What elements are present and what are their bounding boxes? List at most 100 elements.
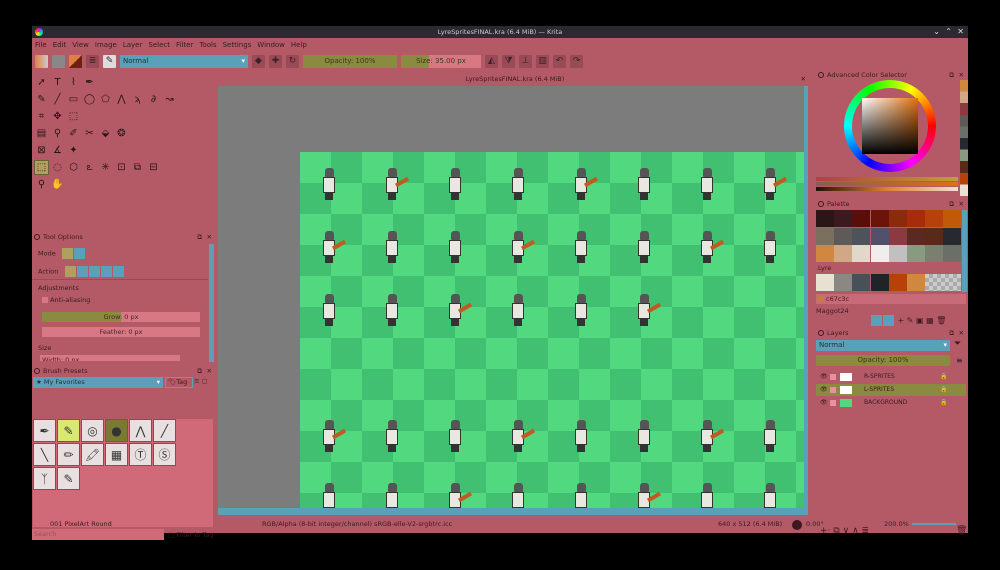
menu-filter[interactable]: Filter (173, 39, 196, 52)
opacity-slider[interactable]: Opacity: 100% (303, 55, 397, 68)
close-icon[interactable]: ✕ (959, 199, 964, 209)
width-slider[interactable]: Width: 0 px (40, 355, 180, 361)
bezier-tool-icon[interactable]: ϡ (131, 93, 144, 106)
layer-menu-icon[interactable]: ≡ (956, 356, 963, 365)
brush-preset[interactable]: 🖍 (81, 443, 104, 466)
palette-swatch[interactable] (834, 245, 853, 262)
close-icon[interactable]: ✕ (207, 366, 212, 376)
size-slider[interactable]: Size: 35.00 px (401, 55, 481, 68)
redo-icon[interactable]: ↷ (570, 55, 583, 68)
brush-preset[interactable]: ✒ (33, 419, 56, 442)
freehand-path-icon[interactable]: ∂ (147, 93, 160, 106)
colorize-mask-icon[interactable]: ✐ (67, 127, 80, 140)
menu-view[interactable]: View (69, 39, 92, 52)
ellipse-select-icon[interactable]: ◌ (51, 161, 64, 174)
saturation-bar[interactable] (816, 182, 958, 186)
brush-preset[interactable]: ▦ (105, 443, 128, 466)
freehand-select-icon[interactable]: ఽ (83, 161, 96, 174)
palette-swatch[interactable] (943, 227, 962, 245)
recent-colors-strip[interactable] (960, 80, 968, 196)
close-icon[interactable]: ✕ (959, 70, 964, 80)
brush-preset[interactable]: ✎ (57, 419, 80, 442)
rect-select-icon[interactable]: ⬚ (34, 160, 49, 175)
menu-help[interactable]: Help (288, 39, 310, 52)
ellipse-tool-icon[interactable]: ◯ (83, 93, 96, 106)
palette-swatch[interactable] (943, 210, 962, 227)
pattern-icon[interactable] (52, 55, 65, 68)
visibility-eye-icon[interactable]: 👁 (820, 371, 828, 383)
palette-swatch[interactable] (907, 245, 925, 262)
gradient-icon[interactable] (35, 55, 48, 68)
crop-tool-icon[interactable]: ⌗ (35, 110, 48, 123)
palette-swatch[interactable] (888, 274, 907, 291)
palette-swatch[interactable] (888, 227, 907, 245)
palette-scrollbar[interactable] (962, 210, 967, 292)
zoom-tool-icon[interactable]: ⚲ (35, 178, 48, 191)
palette-name[interactable]: Maggot24 (816, 307, 849, 315)
enclose-fill-icon[interactable]: ❂ (115, 127, 128, 140)
action-add-button[interactable] (88, 266, 100, 277)
mirror-horizontal-icon[interactable]: ◭ (485, 55, 498, 68)
horizontal-scrollbar[interactable] (218, 508, 808, 515)
view-menu-icon[interactable]: ≡ ▢ (194, 377, 208, 385)
layer-checkbox[interactable] (830, 400, 836, 406)
float-icon[interactable]: ⧉ (949, 328, 954, 338)
magnetic-select-icon[interactable]: ⊟ (147, 161, 160, 174)
save-icon[interactable]: ▣ (916, 316, 924, 325)
saturation-value-square[interactable] (862, 98, 918, 154)
brush-preset[interactable]: ✎ (57, 467, 80, 490)
palette-swatch[interactable] (888, 210, 907, 227)
color-wheel[interactable] (844, 80, 936, 172)
float-icon[interactable]: ⧉ (949, 70, 954, 80)
move-tool-icon[interactable]: ✥ (51, 110, 64, 123)
select-tool-icon[interactable]: ➚ (35, 76, 48, 89)
lock-icon[interactable]: 🔒 (940, 371, 947, 383)
palette-swatch[interactable] (907, 274, 925, 291)
action-subtract-button[interactable] (100, 266, 112, 277)
palette-swatch[interactable] (852, 274, 871, 291)
palette-swatch[interactable] (870, 274, 889, 291)
palette-swatch[interactable] (816, 227, 834, 245)
palette-swatch[interactable] (925, 210, 944, 227)
brush-preset[interactable]: ◎ (81, 419, 104, 442)
add-swatch-icon[interactable]: + (898, 316, 905, 325)
menu-file[interactable]: File (32, 39, 50, 52)
value-bar[interactable] (816, 187, 958, 191)
visibility-eye-icon[interactable]: 👁 (820, 397, 828, 409)
close-document-icon[interactable]: ✕ (801, 72, 806, 86)
undo-icon[interactable]: ↶ (553, 55, 566, 68)
brush-preset[interactable]: ᛉ (33, 467, 56, 490)
palette-swatch[interactable] (834, 227, 853, 245)
menu-window[interactable]: Window (254, 39, 288, 52)
delete-icon[interactable]: 🗑 (936, 316, 946, 325)
palette-swatch[interactable] (925, 245, 944, 262)
layer-checkbox[interactable] (830, 374, 836, 380)
brush-tool-icon[interactable]: ✎ (35, 93, 48, 106)
palette-swatch[interactable] (834, 274, 853, 291)
rectangle-tool-icon[interactable]: ▭ (67, 93, 80, 106)
tag-button[interactable]: 🏷Tag (165, 377, 193, 388)
layer-row[interactable]: 👁 BACKGROUND 🔒 (816, 397, 966, 409)
action-intersect-button[interactable] (76, 266, 88, 277)
polygon-select-icon[interactable]: ⬡ (67, 161, 80, 174)
menu-tools[interactable]: Tools (196, 39, 219, 52)
edit-shapes-icon[interactable]: ⌇ (67, 76, 80, 89)
alpha-lock-icon[interactable]: ✚ (269, 55, 282, 68)
palette-swatch[interactable] (816, 245, 834, 262)
eraser-icon[interactable]: ◆ (252, 55, 265, 68)
calligraphy-icon[interactable]: ✒ (83, 76, 96, 89)
palette-swatch[interactable] (943, 245, 962, 262)
brush-preset[interactable]: ⋀ (129, 419, 152, 442)
close-icon[interactable]: ✕ (957, 26, 964, 38)
tool-options-scrollbar[interactable] (209, 244, 214, 362)
close-icon[interactable]: ✕ (207, 232, 212, 242)
brush-preset[interactable]: ✏ (57, 443, 80, 466)
lock-icon[interactable]: 🔒 (940, 397, 947, 409)
zoom-slider[interactable] (912, 523, 956, 525)
minimize-icon[interactable]: ⌄ (933, 26, 940, 38)
bezier-select-icon[interactable]: ⧉ (131, 161, 144, 174)
reference-tool-icon[interactable]: ✦ (67, 144, 80, 157)
edit-icon[interactable]: ✎ (907, 316, 914, 325)
menu-edit[interactable]: Edit (50, 39, 70, 52)
canvas[interactable] (218, 86, 808, 508)
